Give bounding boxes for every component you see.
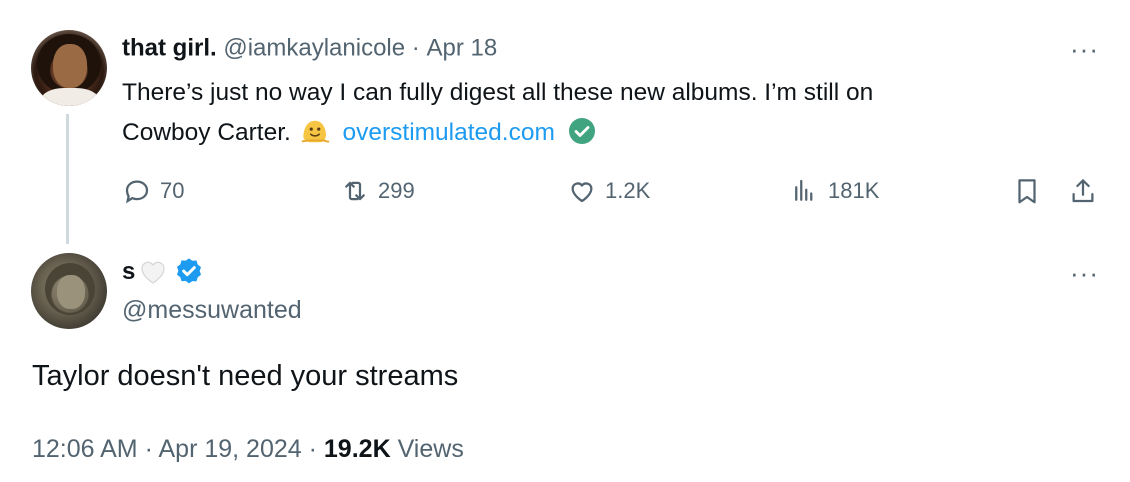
avatar-shirt xyxy=(41,88,99,106)
share-action[interactable] xyxy=(1068,174,1106,208)
separator: · xyxy=(308,435,317,463)
tweet-text: Taylor doesn't need your streams xyxy=(32,360,459,392)
tweet-meta: 12:06 AM · Apr 19, 2024 · 19.2K Views xyxy=(32,435,464,464)
heart-icon xyxy=(571,182,593,203)
tweet-text-line2: Cowboy Carter. overstimulated.com xyxy=(122,113,1042,153)
tweet-date[interactable]: Apr 18 xyxy=(426,35,497,62)
reply-icon xyxy=(125,180,149,204)
thread-line xyxy=(66,114,69,244)
tweet-text-line2-prefix: Cowboy Carter. xyxy=(122,119,291,146)
repost-count: 299 xyxy=(378,178,415,203)
link-verified-icon xyxy=(568,118,595,144)
avatar-face xyxy=(57,275,85,309)
separator: · xyxy=(411,34,420,62)
views-count: 181K xyxy=(828,178,880,203)
display-name[interactable]: that girl. xyxy=(122,35,217,62)
more-options-button[interactable]: ··· xyxy=(1070,260,1099,286)
tweet-header: that girl. @iamkaylanicole · Apr 18 xyxy=(122,34,497,63)
handle[interactable]: @iamkaylanicole xyxy=(223,35,405,62)
tweet-time[interactable]: 12:06 AM xyxy=(32,435,138,463)
tweet-text-line1: There’s just no way I can fully digest a… xyxy=(122,79,874,106)
share-icon xyxy=(1072,179,1094,203)
verified-badge-icon[interactable] xyxy=(173,256,205,288)
tweet-text: There’s just no way I can fully digest a… xyxy=(122,73,1042,153)
repost-icon xyxy=(345,181,365,201)
white-heart-emoji-icon xyxy=(141,261,165,284)
melting-face-emoji-icon xyxy=(301,120,330,143)
like-action[interactable]: 1.2K xyxy=(567,174,650,208)
handle[interactable]: @messuwanted xyxy=(122,296,302,325)
views-action[interactable]: 181K xyxy=(790,174,879,208)
like-count: 1.2K xyxy=(605,178,651,203)
repost-action[interactable]: 299 xyxy=(340,174,415,208)
analytics-icon xyxy=(795,179,813,201)
views-count: 19.2K xyxy=(323,435,391,463)
bookmark-action[interactable] xyxy=(1012,174,1050,208)
tweet-link[interactable]: overstimulated.com xyxy=(342,119,554,146)
more-options-button[interactable]: ··· xyxy=(1070,36,1099,62)
separator: · xyxy=(144,435,153,463)
tweet-date[interactable]: Apr 19, 2024 xyxy=(159,435,302,463)
reply-author: s xyxy=(122,256,205,288)
reply-action[interactable]: 70 xyxy=(122,174,184,208)
avatar-face xyxy=(53,44,87,88)
avatar[interactable] xyxy=(31,30,107,106)
views-label: Views xyxy=(397,435,464,463)
bookmark-icon xyxy=(1018,179,1036,204)
avatar[interactable] xyxy=(31,253,107,329)
reply-count: 70 xyxy=(160,178,185,203)
display-name[interactable]: s xyxy=(122,258,135,286)
